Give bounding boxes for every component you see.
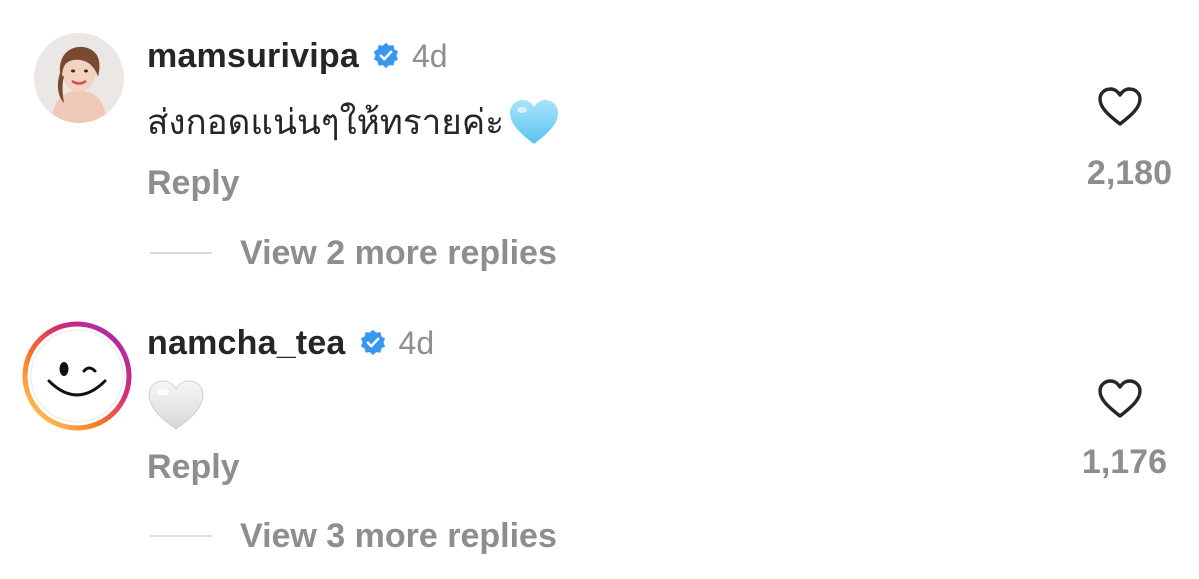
view-replies-label: View 3 more replies <box>240 516 557 555</box>
verified-badge-icon <box>373 42 399 69</box>
view-replies-label: View 2 more replies <box>240 233 557 272</box>
comment-header: mamsurivipa 4d <box>147 34 448 78</box>
avatar[interactable] <box>34 33 124 123</box>
reply-button[interactable]: Reply <box>147 448 240 487</box>
comment-header: namcha_tea 4d <box>147 321 434 365</box>
light-blue-heart-emoji <box>510 100 559 144</box>
thread-divider <box>150 535 212 537</box>
avatar-image <box>34 33 124 123</box>
view-replies-button[interactable]: View 3 more replies <box>150 515 557 557</box>
white-heart-emoji <box>148 380 204 430</box>
avatar[interactable] <box>22 321 132 431</box>
comment-body: ส่งกอดแน่นๆให้ทรายค่ะ <box>147 102 505 143</box>
thread-divider <box>150 252 212 254</box>
like-count: 2,180 <box>1086 154 1172 192</box>
view-replies-button[interactable]: View 2 more replies <box>150 232 557 274</box>
timestamp: 4d <box>411 37 448 74</box>
comment-text: ส่งกอดแน่นๆให้ทรายค่ะ <box>147 92 560 152</box>
reply-button[interactable]: Reply <box>147 164 240 203</box>
comment-text <box>147 377 205 433</box>
verified-badge-icon <box>360 329 385 356</box>
avatar-image <box>22 321 132 431</box>
username[interactable]: namcha_tea <box>147 324 346 363</box>
like-count: 1,176 <box>1081 443 1167 481</box>
comments-list: mamsurivipa 4d ส่งกอดแน่นๆให้ทรายค่ะ Rep… <box>0 0 1199 579</box>
heart-outline-icon[interactable] <box>1097 378 1143 420</box>
timestamp: 4d <box>398 324 435 361</box>
heart-outline-icon[interactable] <box>1097 86 1143 128</box>
username[interactable]: mamsurivipa <box>147 37 359 76</box>
